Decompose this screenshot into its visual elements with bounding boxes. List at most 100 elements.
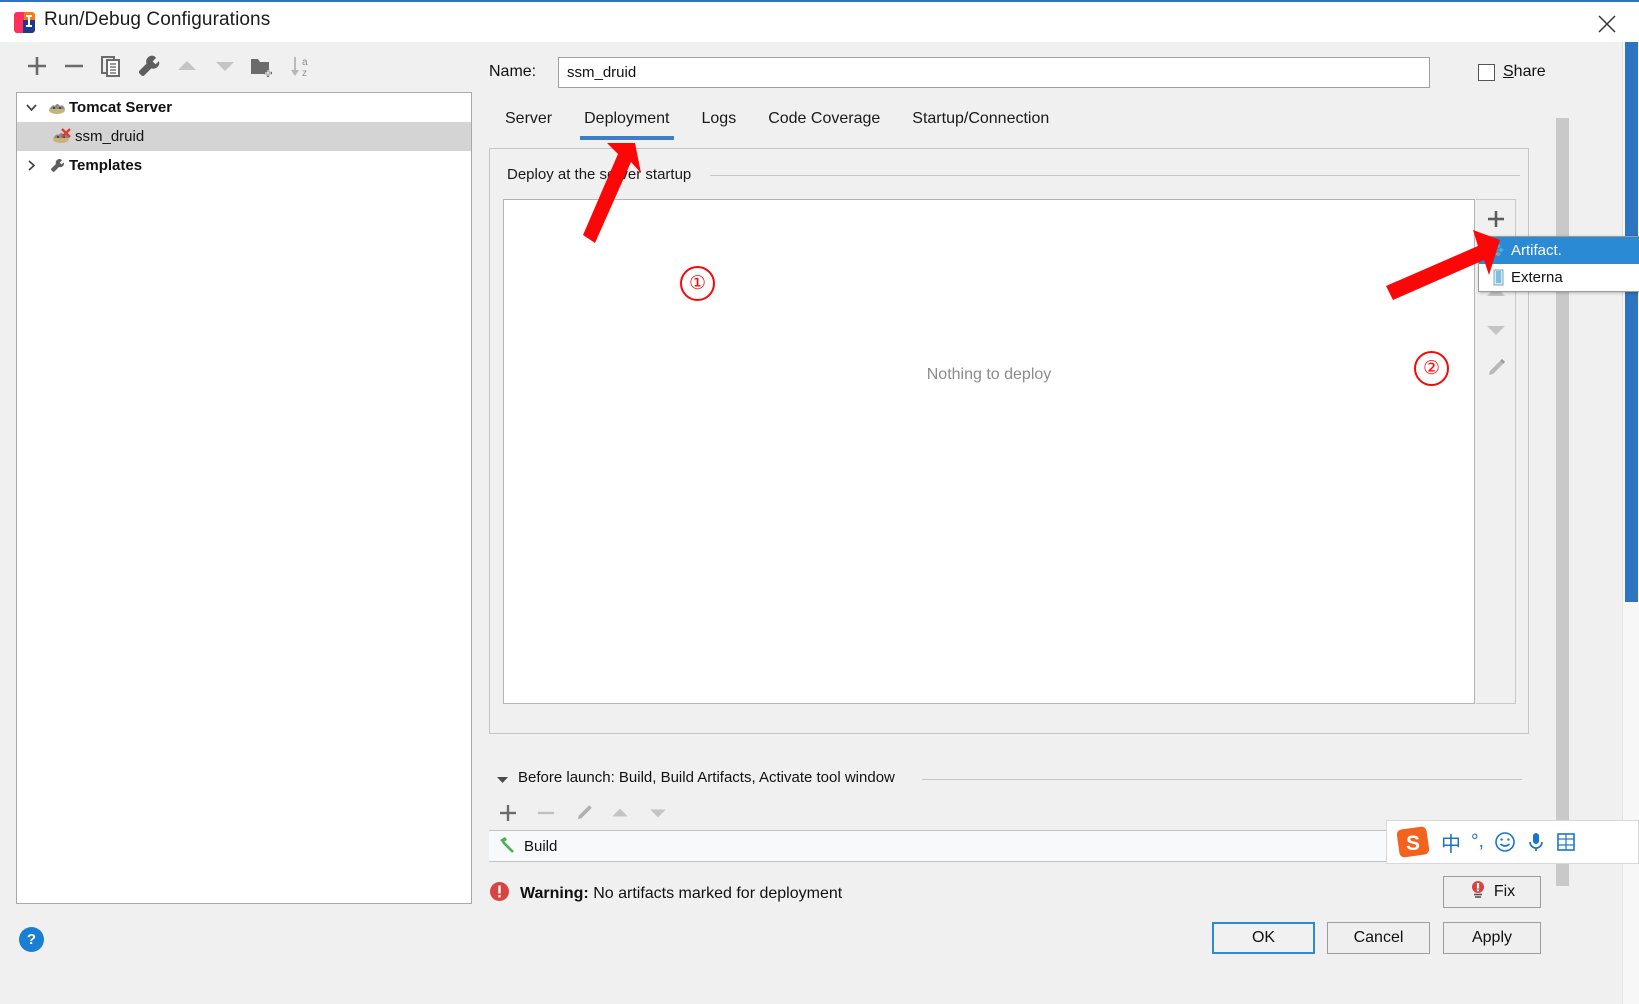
move-down-button[interactable] [210, 51, 240, 81]
warning-prefix: Warning: [520, 884, 589, 902]
error-icon [489, 881, 510, 906]
help-icon[interactable]: ? [19, 927, 44, 952]
cancel-button[interactable]: Cancel [1327, 922, 1430, 954]
add-configuration-button[interactable] [22, 51, 52, 81]
deployment-group-legend: Deploy at the server startup [501, 166, 698, 183]
copy-configuration-button[interactable] [96, 51, 126, 81]
svg-text:a: a [302, 57, 308, 68]
legend-separator [710, 175, 1520, 176]
archive-icon [1485, 269, 1511, 286]
warning-row: Warning: No artifacts marked for deploym… [489, 881, 842, 906]
apply-button-label: Apply [1471, 929, 1513, 946]
apply-button[interactable]: Apply [1443, 922, 1541, 954]
tab-startup-connection[interactable]: Startup/Connection [896, 106, 1065, 140]
wrench-icon [45, 156, 69, 175]
before-launch-separator [922, 779, 1522, 780]
close-icon[interactable] [1585, 7, 1629, 39]
edit-deployment-pencil-icon[interactable] [1481, 353, 1511, 383]
popup-item-label: Artifact. [1511, 242, 1562, 259]
tab-code-coverage[interactable]: Code Coverage [752, 106, 896, 140]
content-scrollbar[interactable] [1554, 100, 1570, 920]
artifact-icon [1485, 242, 1511, 259]
name-label: Name: [489, 63, 537, 80]
move-up-button[interactable] [172, 51, 202, 81]
scrollbar-thumb[interactable] [1556, 118, 1569, 886]
share-label-rest: hare [1513, 63, 1546, 80]
before-launch-header: Before launch: Build, Build Artifacts, A… [518, 769, 895, 786]
fix-button-label: Fix [1493, 883, 1516, 900]
move-down-deployment-button[interactable] [1481, 315, 1511, 345]
move-task-down-button[interactable] [644, 800, 672, 826]
scrollbar-thumb[interactable] [1625, 42, 1638, 602]
svg-text:S: S [1406, 832, 1420, 855]
tree-node-label: Tomcat Server [69, 99, 173, 116]
tomcat-error-icon [51, 128, 75, 145]
empty-state-text: Nothing to deploy [926, 366, 1052, 383]
deployment-artifacts-list[interactable]: Nothing to deploy [503, 199, 1475, 704]
tab-server[interactable]: Server [489, 106, 568, 140]
chinese-mode-icon[interactable]: 中 [1441, 828, 1461, 857]
annotation-circle-2: ② [1414, 351, 1449, 386]
tab-label: Deployment [584, 110, 670, 127]
sogou-ime-toolbar[interactable]: S 中 °, [1386, 820, 1639, 864]
ok-button[interactable]: OK [1212, 922, 1315, 954]
settings-tabs[interactable]: Server Deployment Logs Code Coverage Sta… [489, 106, 1552, 141]
tab-label: Server [505, 110, 553, 127]
window-title: Run/Debug Configurations [44, 9, 271, 30]
share-checkbox-row[interactable]: Share [1478, 63, 1546, 81]
edit-templates-wrench-icon[interactable] [134, 51, 164, 81]
share-mnemonic: S [1503, 63, 1514, 80]
sogou-logo-icon[interactable]: S [1397, 825, 1431, 859]
tomcat-icon [45, 100, 69, 116]
list-item[interactable]: Build [497, 835, 557, 858]
popup-item-label: Externa [1511, 269, 1563, 286]
popup-item-artifact[interactable]: Artifact. [1479, 237, 1639, 264]
annotation-circle-1: ① [680, 266, 715, 301]
before-launch-collapse-icon[interactable] [495, 772, 510, 791]
edit-task-pencil-icon[interactable] [570, 800, 598, 826]
chevron-down-icon[interactable] [17, 101, 45, 114]
name-input[interactable] [558, 57, 1430, 88]
configurations-toolbar: a z [0, 42, 472, 90]
tree-node-ssm-druid[interactable]: ssm_druid [17, 122, 471, 151]
tree-node-label: Templates [69, 157, 143, 174]
share-label: Share [1503, 63, 1546, 81]
tree-node-tomcat-server[interactable]: Tomcat Server [17, 93, 471, 122]
add-deployment-button[interactable] [1481, 204, 1511, 234]
title-bar: Run/Debug Configurations [0, 0, 1639, 42]
warning-text: Warning: No artifacts marked for deploym… [520, 885, 842, 903]
move-task-up-button[interactable] [606, 800, 634, 826]
svg-text:z: z [302, 68, 307, 79]
emoji-icon[interactable] [1494, 831, 1516, 853]
add-task-button[interactable] [494, 800, 522, 826]
tab-label: Startup/Connection [912, 110, 1050, 127]
sort-alphabetically-button[interactable]: a z [285, 51, 315, 81]
fix-button[interactable]: Fix [1443, 876, 1541, 908]
intellij-idea-logo-icon [14, 12, 35, 33]
popup-item-external-source[interactable]: Externa [1479, 264, 1639, 291]
build-hammer-icon [497, 835, 516, 858]
warning-message: No artifacts marked for deployment [593, 884, 843, 902]
configurations-tree[interactable]: Tomcat Server ssm_druid Templates [16, 92, 472, 904]
voice-input-icon[interactable] [1526, 831, 1546, 853]
remove-task-button[interactable] [532, 800, 560, 826]
remove-configuration-button[interactable] [59, 51, 89, 81]
tab-logs[interactable]: Logs [686, 106, 753, 140]
help-button-label: ? [26, 931, 37, 948]
chevron-right-icon[interactable] [17, 159, 45, 172]
tab-deployment[interactable]: Deployment [568, 106, 685, 140]
ok-button-label: OK [1251, 929, 1276, 946]
tree-node-label: ssm_druid [75, 128, 145, 145]
fix-bulb-icon [1469, 880, 1487, 904]
task-label: Build [524, 838, 558, 855]
active-tab-underline [580, 136, 674, 140]
toolbox-icon[interactable] [1556, 832, 1576, 852]
cancel-button-label: Cancel [1353, 929, 1404, 946]
tab-label: Code Coverage [768, 110, 881, 127]
add-deployment-popup-menu[interactable]: Artifact. Externa [1478, 236, 1639, 292]
tree-node-templates[interactable]: Templates [17, 151, 471, 180]
share-checkbox[interactable] [1478, 63, 1495, 81]
punctuation-mode-icon[interactable]: °, [1471, 831, 1484, 853]
before-launch-task-list[interactable]: Build [489, 830, 1529, 862]
new-folder-button[interactable] [247, 51, 277, 81]
